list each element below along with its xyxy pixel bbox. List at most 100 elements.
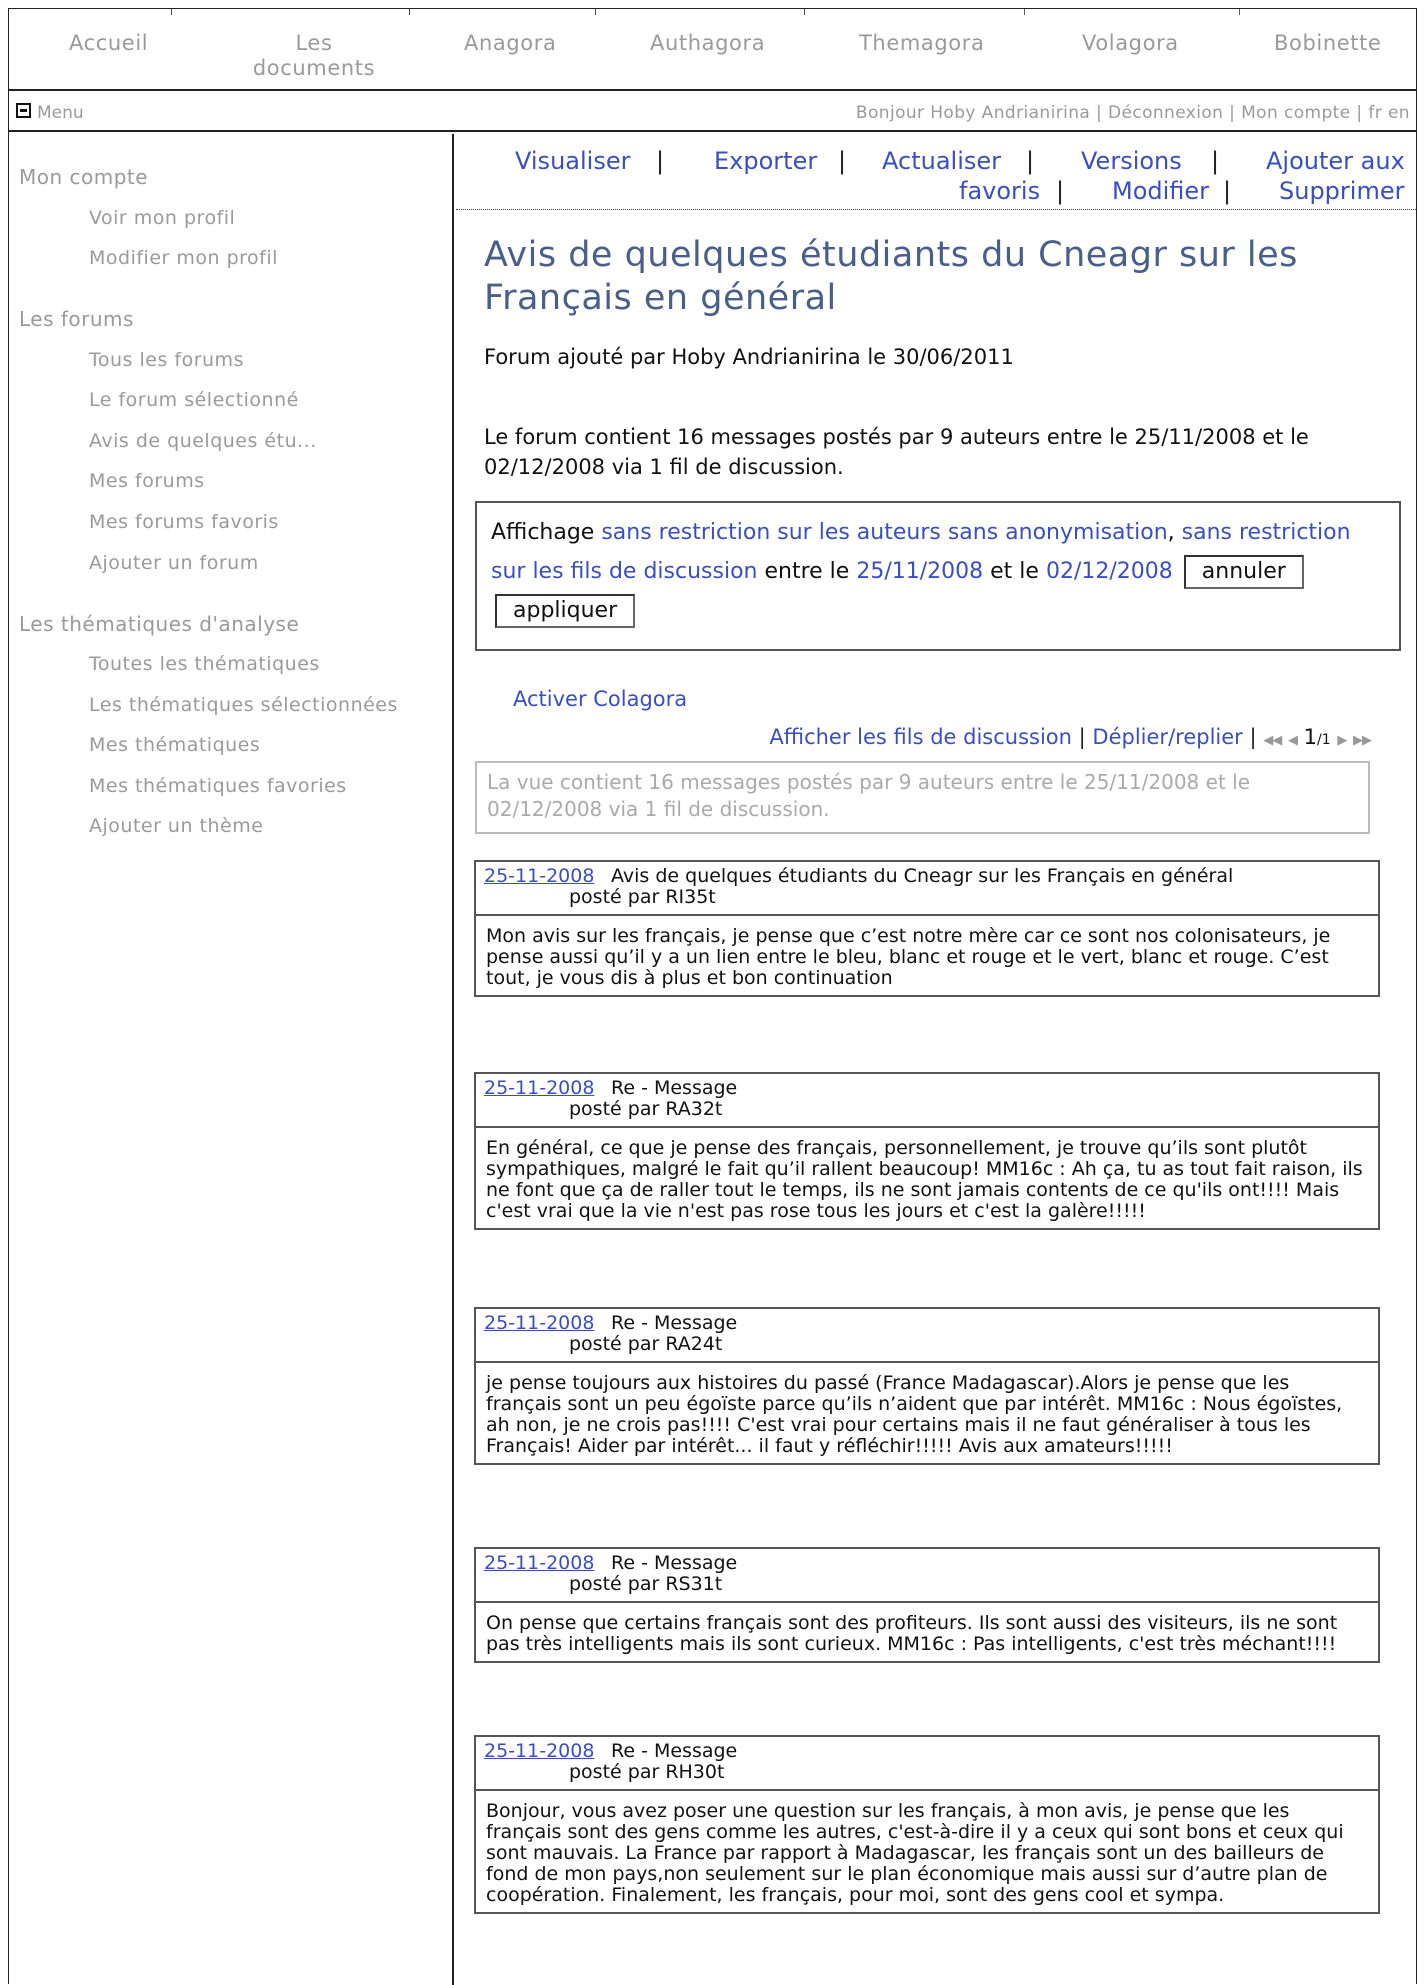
sidebar-item-my-forums[interactable]: Mes forums	[89, 470, 205, 492]
next-page-icon[interactable]: ▶	[1337, 733, 1347, 748]
message-body: Bonjour, vous avez poser une question su…	[486, 1800, 1344, 1906]
nav-authagora[interactable]: Authagora	[650, 31, 780, 56]
separator: |	[1356, 103, 1363, 123]
sidebar-item-my-themes[interactable]: Mes thématiques	[89, 734, 260, 756]
message-author: posté par RA24t	[569, 1333, 723, 1355]
message-author: posté par RS31t	[569, 1573, 723, 1595]
logout-link[interactable]: Déconnexion	[1108, 103, 1223, 123]
action-view[interactable]: Visualiser	[515, 147, 630, 175]
action-versions[interactable]: Versions	[1081, 147, 1182, 175]
action-edit[interactable]: Modifier	[1112, 177, 1209, 205]
separator: |	[1078, 725, 1086, 749]
last-page-icon[interactable]: ▶▶	[1353, 733, 1372, 748]
lang-en-link[interactable]: en	[1388, 103, 1410, 123]
sidebar-item-add-forum[interactable]: Ajouter un forum	[89, 552, 259, 574]
sidebar-item-fav-themes[interactable]: Mes thématiques favories	[89, 775, 347, 797]
message-date-link[interactable]: 25-11-2008	[484, 1740, 594, 1762]
menu-label[interactable]: Menu	[37, 103, 84, 123]
thread-toolbar: Afficher les fils de discussion | Déplie…	[456, 725, 1372, 749]
account-links: Bonjour Hoby Andrianirina | Déconnexion …	[856, 103, 1410, 123]
show-threads-link[interactable]: Afficher les fils de discussion	[769, 725, 1072, 749]
prev-page-icon[interactable]: ◀	[1288, 733, 1298, 748]
action-add-favorite-cont[interactable]: favoris	[959, 177, 1040, 205]
sidebar: Mon compte Voir mon profil Modifier mon …	[9, 134, 454, 1985]
sidebar-item-fav-forums[interactable]: Mes forums favoris	[89, 511, 279, 533]
nav-separator	[171, 9, 172, 15]
sidebar-heading-themes: Les thématiques d'analyse	[19, 612, 300, 636]
filter-date-to[interactable]: 02/12/2008	[1046, 559, 1173, 584]
current-page: 1	[1303, 725, 1317, 749]
nav-home[interactable]: Accueil	[69, 31, 189, 56]
message-header: 25-11-2008 Re - Message posté par RS31t	[476, 1549, 1378, 1603]
sidebar-item-all-forums[interactable]: Tous les forums	[89, 349, 244, 371]
view-info: La vue contient 16 messages postés par 9…	[475, 761, 1370, 834]
activate-colagora-link[interactable]: Activer Colagora	[513, 687, 687, 711]
message-header: 25-11-2008 Re - Message posté par RA24t	[476, 1309, 1378, 1363]
nav-separator	[1239, 9, 1240, 15]
separator: |	[838, 147, 847, 175]
sidebar-item-all-themes[interactable]: Toutes les thématiques	[89, 653, 320, 675]
filter-between: entre le	[764, 559, 850, 584]
display-filter: Affichage sans restriction sur les auteu…	[475, 501, 1401, 651]
separator: |	[1056, 177, 1065, 205]
sidebar-item-add-theme[interactable]: Ajouter un thème	[89, 815, 263, 837]
nav-anagora[interactable]: Anagora	[464, 31, 574, 56]
action-refresh[interactable]: Actualiser	[882, 147, 1001, 175]
nav-volagora[interactable]: Volagora	[1082, 31, 1202, 56]
message-body: je pense toujours aux histoires du passé…	[486, 1372, 1343, 1457]
action-export[interactable]: Exporter	[714, 147, 817, 175]
message-date-link[interactable]: 25-11-2008	[484, 1077, 594, 1099]
message-author: posté par RI35t	[569, 886, 716, 908]
forum-meta: Forum ajouté par Hoby Andrianirina le 30…	[484, 345, 1014, 369]
sidebar-heading-account: Mon compte	[19, 165, 149, 189]
cancel-button[interactable]: annuler	[1183, 555, 1304, 589]
sidebar-item-view-profile[interactable]: Voir mon profil	[89, 207, 235, 229]
separator: |	[1026, 147, 1035, 175]
total-pages: /1	[1317, 732, 1331, 748]
message-title: Re - Message	[611, 1312, 738, 1334]
account-link[interactable]: Mon compte	[1241, 103, 1350, 123]
sidebar-item-selected-themes[interactable]: Les thématiques sélectionnées	[89, 694, 398, 716]
message-body: En général, ce que je pense des français…	[486, 1137, 1363, 1222]
lang-fr-link[interactable]: fr	[1368, 103, 1382, 123]
message-title: Re - Message	[611, 1740, 738, 1762]
message-card: 25-11-2008 Re - Message posté par RS31t …	[474, 1547, 1380, 1663]
separator: |	[1096, 103, 1103, 123]
forum-actions: Visualiser | Exporter | Actualiser | Ver…	[456, 144, 1416, 210]
nav-separator	[409, 9, 410, 15]
action-delete[interactable]: Supprimer	[1279, 177, 1404, 205]
separator: |	[1249, 725, 1257, 749]
message-title: Avis de quelques étudiants du Cneagr sur…	[611, 865, 1234, 887]
message-body: On pense que certains français sont des …	[486, 1612, 1338, 1655]
action-add-favorite[interactable]: Ajouter aux	[1266, 147, 1405, 175]
nav-bobinette[interactable]: Bobinette	[1274, 31, 1404, 56]
apply-button[interactable]: appliquer	[495, 594, 636, 628]
filter-date-from[interactable]: 25/11/2008	[856, 559, 983, 584]
nav-documents-line2: documents	[252, 56, 376, 80]
message-card: 25-11-2008 Re - Message posté par RA24t …	[474, 1307, 1380, 1465]
sidebar-item-current-forum[interactable]: Avis de quelques étu...	[89, 430, 317, 452]
filter-and: et le	[990, 559, 1039, 584]
sidebar-item-edit-profile[interactable]: Modifier mon profil	[89, 247, 278, 269]
menu-bar: Menu Bonjour Hoby Andrianirina | Déconne…	[9, 94, 1416, 132]
message-header: 25-11-2008 Re - Message posté par RA32t	[476, 1074, 1378, 1128]
message-date-link[interactable]: 25-11-2008	[484, 1312, 594, 1334]
nav-themagora[interactable]: Themagora	[859, 31, 999, 56]
filter-authors-link[interactable]: sans restriction sur les auteurs sans an…	[601, 520, 1167, 545]
message-author: posté par RH30t	[569, 1761, 725, 1783]
filter-prefix: Affichage	[491, 520, 595, 545]
sidebar-heading-forums: Les forums	[19, 307, 134, 331]
greeting-text: Bonjour Hoby Andrianirina	[855, 103, 1091, 123]
expand-collapse-link[interactable]: Déplier/replier	[1092, 725, 1242, 749]
sidebar-item-selected-forum[interactable]: Le forum sélectionné	[89, 389, 299, 411]
message-date-link[interactable]: 25-11-2008	[484, 865, 594, 887]
message-title: Re - Message	[611, 1077, 738, 1099]
first-page-icon[interactable]: ◀◀	[1263, 733, 1282, 748]
message-card: 25-11-2008 Re - Message posté par RA32t …	[474, 1072, 1380, 1230]
nav-documents[interactable]: Les documents	[239, 31, 389, 81]
forum-summary: Le forum contient 16 messages postés par…	[484, 425, 1309, 479]
collapse-icon[interactable]	[16, 103, 31, 118]
main-content: Visualiser | Exporter | Actualiser | Ver…	[456, 134, 1416, 1985]
separator: |	[1229, 103, 1236, 123]
message-date-link[interactable]: 25-11-2008	[484, 1552, 594, 1574]
